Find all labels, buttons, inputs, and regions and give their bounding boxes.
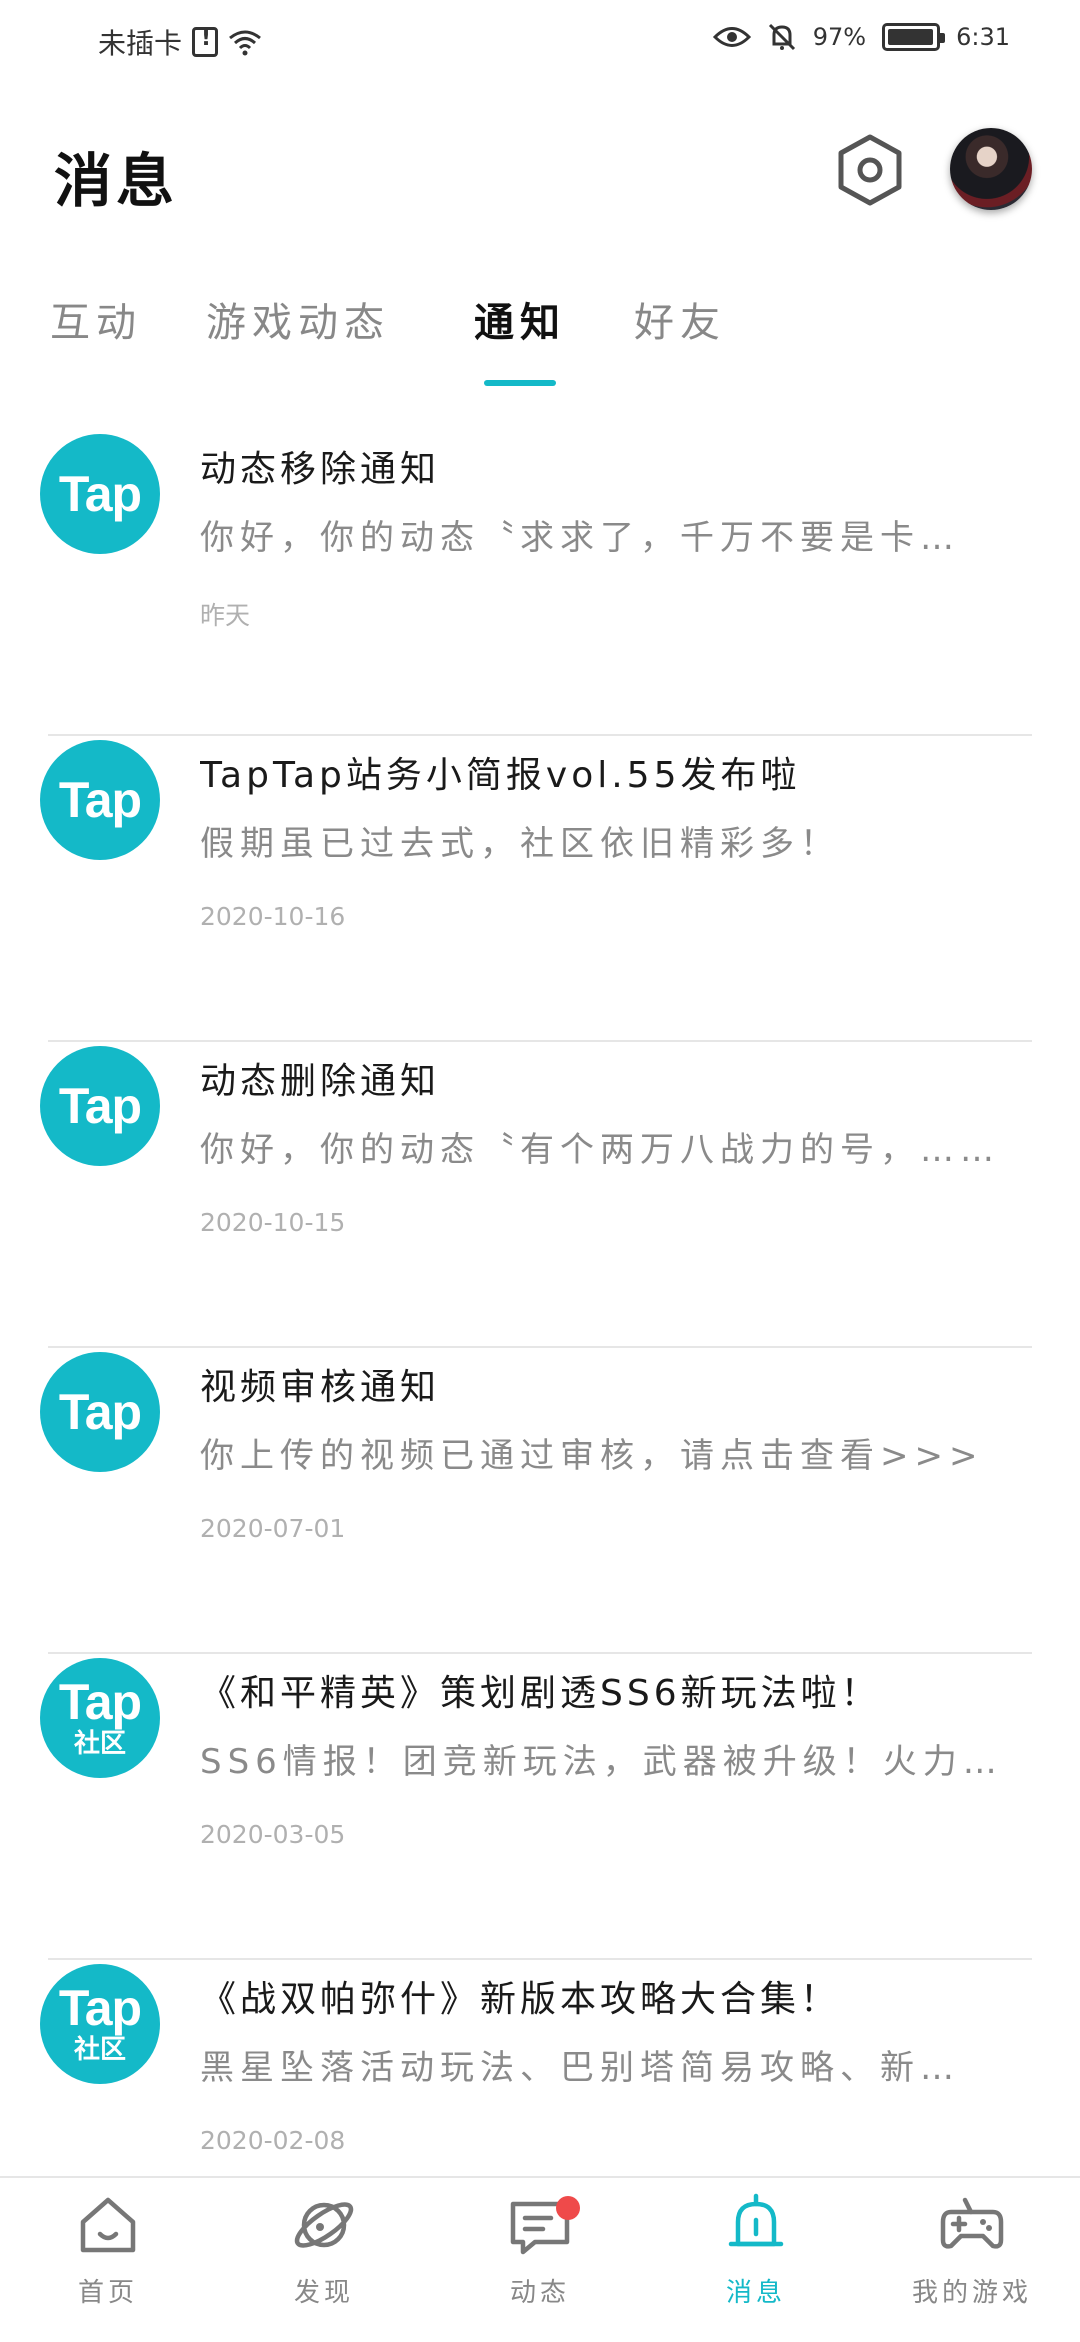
nav-discover[interactable]: 发现 [234,2190,414,2330]
notification-date: 2020-10-15 [200,1208,346,1237]
tab-game-updates[interactable]: 游戏动态 [206,290,390,348]
nav-messages[interactable]: 消息 [666,2190,846,2330]
logo-text: Tap [58,1980,142,2036]
notification-date: 昨天 [200,601,251,630]
notification-title: 《战双帕弥什》新版本攻略大合集！ [200,1979,841,2020]
tab-interaction[interactable]: 互动 [50,290,142,348]
logo-text: Tap [58,772,142,828]
taptap-logo-icon: Tap [40,1352,160,1472]
list-item[interactable]: Tap 视频审核通知 你上传的视频已通过审核，请点击查看>>> 2020-07-… [0,1348,1080,1654]
logo-text: Tap [58,1384,142,1440]
status-bar: 未插卡 97% 6:31 [0,0,1080,84]
nav-label: 我的游戏 [911,2278,1032,2308]
eye-icon [712,27,751,47]
nav-label: 消息 [725,2278,786,2308]
avatar[interactable] [950,128,1032,210]
settings-hexagon-icon [838,134,902,206]
bell-mute-icon [768,23,795,51]
taptap-logo-icon: Tap [40,434,160,554]
notification-date: 2020-02-08 [200,2126,346,2155]
notification-title: 视频审核通知 [200,1367,441,1408]
notification-date: 2020-07-01 [200,1514,346,1543]
notification-date: 2020-10-16 [200,902,346,931]
notification-preview: 假期虽已过去式，社区依旧精彩多！ [200,824,840,864]
battery-percent: 97% [812,23,867,51]
logo-text: Tap [58,466,142,522]
taptap-logo-icon: Tap [40,1046,160,1166]
nav-label: 首页 [77,2278,138,2308]
tab-friends[interactable]: 好友 [634,290,726,348]
logo-text: Tap [58,1674,142,1730]
header: 消息 [0,120,1080,260]
status-bar-left: 未插卡 [98,22,262,62]
notification-preview: 你上传的视频已通过审核，请点击查看>>> [200,1436,984,1476]
notification-preview: SS6情报！团竞新玩法，武器被升级！火力… [200,1742,1000,1782]
battery-icon [882,23,946,51]
page-title: 消息 [54,147,179,215]
notification-title: TapTap站务小简报vol.55发布啦 [200,755,801,796]
notification-list: Tap 动态移除通知 你好，你的动态〝求求了，千万不要是卡… 昨天 Tap Ta… [0,430,1080,2266]
taptap-logo-icon: Tap [40,740,160,860]
discover-planet-icon [294,2202,354,2248]
wifi-icon [229,30,261,56]
logo-subtext: 社区 [73,1729,126,1759]
notification-date: 2020-03-05 [200,1820,346,1849]
taptap-community-logo-icon: Tap 社区 [40,1964,160,2084]
notification-preview: 你好，你的动态〝求求了，千万不要是卡… [200,518,960,558]
logo-subtext: 社区 [73,2035,126,2065]
notification-badge-dot [556,2196,580,2220]
list-item[interactable]: Tap TapTap站务小简报vol.55发布啦 假期虽已过去式，社区依旧精彩多… [0,736,1080,1042]
notification-title: 动态删除通知 [200,1061,441,1102]
sim-alert-icon [192,26,219,57]
carrier-label: 未插卡 [98,27,183,60]
nav-home[interactable]: 首页 [18,2190,198,2330]
nav-my-games[interactable]: 我的游戏 [882,2190,1062,2330]
home-icon [80,2197,136,2253]
notification-title: 动态移除通知 [200,449,441,490]
settings-button[interactable] [832,130,908,210]
bell-icon [728,2193,784,2247]
tab-bar: 互动 游戏动态 通知 好友 [0,280,1080,400]
list-item[interactable]: Tap 社区 《和平精英》策划剧透SS6新玩法啦！ SS6情报！团竞新玩法，武器… [0,1654,1080,1960]
notification-preview: 黑星坠落活动玩法、巴别塔简易攻略、新… [200,2048,960,2088]
logo-text: Tap [58,1078,142,1134]
clock-time: 6:31 [956,23,1010,51]
nav-label: 动态 [509,2278,570,2308]
taptap-community-logo-icon: Tap 社区 [40,1658,160,1778]
status-bar-right: 97% 6:31 [712,22,1010,52]
tab-active-indicator [484,380,556,386]
bottom-nav: 首页 发现 动态 消息 我的游戏 [0,2176,1080,2342]
nav-feed[interactable]: 动态 [450,2190,630,2330]
nav-label: 发现 [293,2278,354,2308]
notification-title: 《和平精英》策划剧透SS6新玩法啦！ [200,1673,881,1714]
gamepad-icon [940,2197,1004,2249]
list-item[interactable]: Tap 动态移除通知 你好，你的动态〝求求了，千万不要是卡… 昨天 [0,430,1080,736]
notification-preview: 你好，你的动态〝有个两万八战力的号，…… [200,1130,1000,1170]
list-item[interactable]: Tap 动态删除通知 你好，你的动态〝有个两万八战力的号，…… 2020-10-… [0,1042,1080,1348]
tab-notifications[interactable]: 通知 [474,290,566,348]
